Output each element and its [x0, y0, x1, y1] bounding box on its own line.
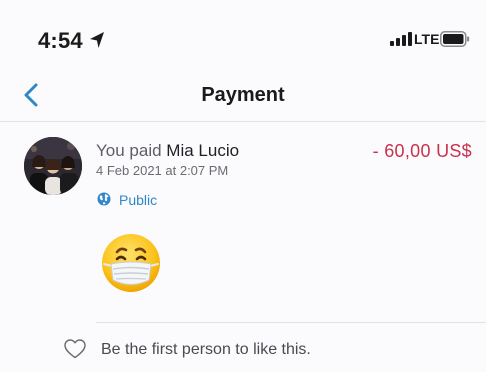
payee-name[interactable]: Mia Lucio — [166, 141, 239, 160]
payment-timestamp: 4 Feb 2021 at 2:07 PM — [96, 163, 229, 178]
avatar-photo — [24, 137, 82, 195]
signal-icon — [390, 32, 412, 46]
globe-icon — [97, 192, 111, 206]
carrier-label: LTE — [414, 31, 440, 47]
location-arrow-icon — [90, 32, 104, 48]
nav-divider — [0, 121, 486, 122]
payment-description: You paid Mia Lucio — [96, 141, 239, 161]
page-title: Payment — [201, 84, 285, 106]
battery-icon — [440, 31, 470, 47]
status-time: 4:54 — [38, 28, 83, 53]
content-divider — [96, 322, 486, 323]
payment-amount: - 60,00 US$ — [372, 141, 472, 161]
avatar[interactable] — [24, 137, 82, 195]
face-with-medical-mask-emoji — [102, 234, 160, 292]
payment-prefix: You paid — [96, 141, 162, 160]
visibility-label[interactable]: Public — [119, 192, 157, 208]
heart-icon[interactable] — [64, 339, 86, 359]
like-prompt: Be the first person to like this. — [101, 341, 311, 358]
